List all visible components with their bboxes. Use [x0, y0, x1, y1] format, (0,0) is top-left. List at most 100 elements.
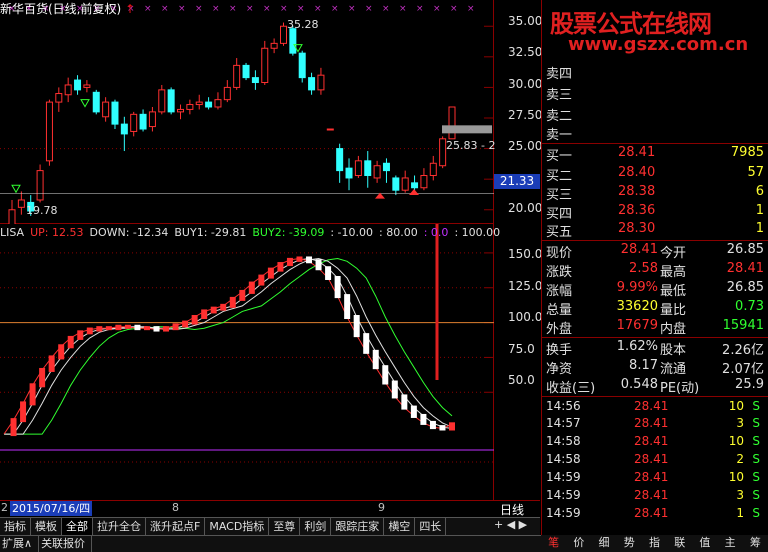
tick-time: 14:59	[546, 470, 581, 484]
tick-volume: 2	[736, 452, 744, 466]
tab-scroll-arrows[interactable]: + ◀ ▶	[494, 518, 527, 531]
tab-sichang[interactable]: 四长	[415, 518, 447, 535]
period-label[interactable]: 日线	[500, 501, 524, 518]
tab-lasheng[interactable]: 拉升全仓	[93, 518, 146, 535]
candle-body	[214, 99, 222, 108]
signal-marker: ×	[161, 4, 169, 14]
ask-row[interactable]: 卖四	[544, 63, 766, 83]
bid-price: 28.36	[618, 203, 656, 218]
ask-row[interactable]: 卖二	[544, 105, 766, 125]
quote-label: 涨跌	[546, 265, 573, 280]
quote-label: 外盘	[546, 322, 573, 337]
tick-price: 28.41	[634, 434, 669, 448]
candle-body	[345, 167, 353, 179]
tick-volume: 10	[728, 434, 744, 448]
candle-body	[45, 101, 53, 162]
tab-zhi[interactable]: 指	[649, 535, 660, 551]
tab-all[interactable]: 全部	[62, 518, 93, 535]
osc-bar	[258, 274, 265, 286]
candle-body	[139, 113, 147, 130]
candle-body	[186, 104, 194, 110]
red-marker-icon	[409, 188, 419, 195]
tab-genzong[interactable]: 跟踪庄家	[331, 518, 385, 535]
quote-value: 9.99%	[616, 280, 658, 295]
tab-shi[interactable]: 势	[624, 535, 635, 551]
bid-label: 买四	[546, 207, 573, 222]
tab-lijian[interactable]: 利剑	[300, 518, 332, 535]
signal-marker: ×	[433, 4, 441, 14]
bid-label: 买二	[546, 169, 573, 184]
up-arrow-icon: ↑	[125, 2, 136, 16]
candle-body	[251, 77, 259, 84]
tick-side: S	[752, 470, 760, 484]
tick-row: 14:59 28.41 10 S	[544, 470, 766, 487]
tab-lian[interactable]: 联	[674, 535, 685, 551]
candle-body	[205, 101, 213, 108]
v3-value: : 0.0	[423, 226, 449, 239]
osc-bar	[382, 365, 389, 385]
related-quote-button[interactable]: 关联报价	[39, 536, 93, 552]
osc-bar	[391, 380, 398, 399]
tick-side: S	[752, 416, 760, 430]
tick-time: 14:57	[546, 416, 581, 430]
signal-marker: ×	[467, 4, 475, 14]
osc-bar	[353, 315, 360, 338]
ask-row[interactable]: 卖一	[544, 124, 766, 144]
bid-row[interactable]: 买二 28.40 57	[544, 165, 766, 185]
quote-label: 涨幅	[546, 284, 573, 299]
tick-volume: 1	[736, 506, 744, 520]
osc-bar	[20, 401, 27, 423]
bid-volume: 57	[747, 165, 764, 180]
oscillator-chart[interactable]	[0, 224, 494, 500]
price-chart[interactable]: × × × × × × × × × × × × × × × × × × × × × × × × × × × ×	[0, 0, 494, 224]
tab-indicator[interactable]: 指标	[0, 518, 31, 535]
signal-marker: ×	[416, 4, 424, 14]
osc-bar	[439, 425, 446, 431]
tick-side: S	[752, 434, 760, 448]
tab-zhu[interactable]: 主	[725, 535, 736, 551]
osc-bar	[363, 333, 370, 354]
expand-button[interactable]: 扩展∧	[0, 536, 40, 552]
candle-body	[373, 165, 381, 179]
tab-xi[interactable]: 细	[599, 535, 610, 551]
date-start[interactable]: 2015/07/16/四	[10, 501, 93, 516]
bid-volume: 6	[755, 184, 764, 199]
osc-bar	[306, 256, 313, 264]
tab-jia[interactable]: 价	[573, 535, 584, 551]
tab-zhizun[interactable]: 至尊	[269, 518, 301, 535]
tab-template[interactable]: 模板	[31, 518, 62, 535]
quote-row: 总量 33620 量比 0.73	[544, 299, 766, 318]
candle-body	[83, 84, 91, 88]
bid-row[interactable]: 买五 28.30 1	[544, 221, 766, 241]
month-8: 8	[172, 501, 179, 514]
current-price-marker: 21.33	[494, 174, 540, 189]
tab-bi[interactable]: 笔	[548, 535, 559, 551]
tick-side: S	[752, 506, 760, 520]
bid-row[interactable]: 买四 28.36 1	[544, 203, 766, 223]
tab-hengkong[interactable]: 横空	[384, 518, 416, 535]
bid-label: 买三	[546, 188, 573, 203]
indicator-name: LISA	[0, 226, 25, 239]
quote-row: 外盘 17679 内盘 15941	[544, 318, 766, 337]
bid-row[interactable]: 买一 28.41 7985	[544, 145, 766, 165]
divider	[541, 240, 768, 241]
osc-bar	[344, 294, 351, 320]
tab-chou[interactable]: 筹	[750, 535, 761, 551]
bid-row[interactable]: 买三 28.38 6	[544, 184, 766, 204]
ask-label: 卖三	[546, 88, 573, 103]
candle-body	[223, 86, 231, 101]
tick-price: 28.41	[634, 470, 669, 484]
quote-value: 26.85	[726, 242, 764, 257]
ask-row[interactable]: 卖三	[544, 84, 766, 104]
resistance-box	[442, 125, 492, 134]
tab-zhi2[interactable]: 值	[699, 535, 710, 551]
candle-body	[392, 177, 400, 191]
fund-row: 净资 8.17 流通 2.07亿	[544, 358, 766, 377]
quote-panel-tabs: 笔 价 细 势 指 联 值 主 筹	[541, 535, 768, 551]
tick-time: 14:59	[546, 488, 581, 502]
quote-value: 15941	[722, 318, 764, 333]
candle-body	[148, 111, 156, 128]
tab-macd[interactable]: MACD指标	[205, 518, 270, 535]
osc-bar	[229, 296, 236, 308]
tab-zhangsheng[interactable]: 涨升起点F	[146, 518, 206, 535]
